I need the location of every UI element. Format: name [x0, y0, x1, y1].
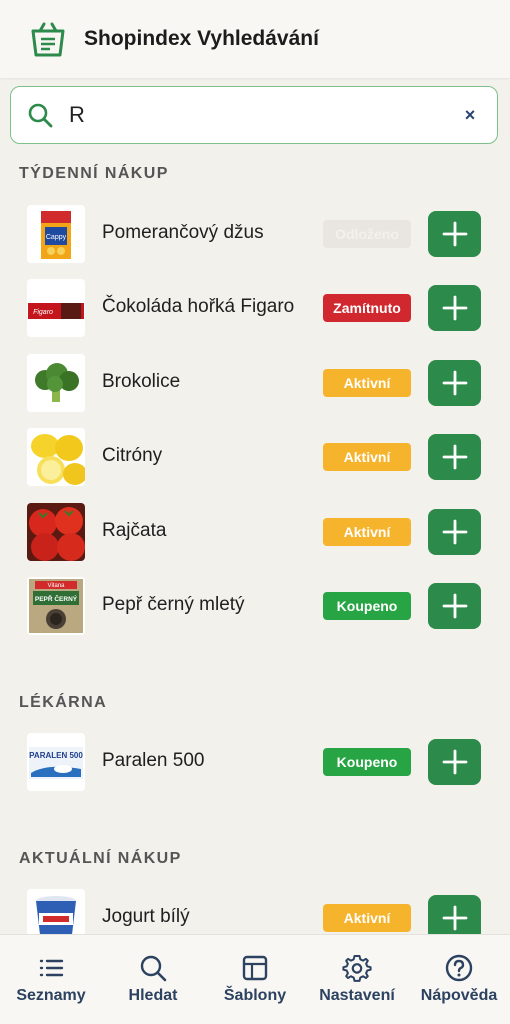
plus-icon	[442, 593, 467, 619]
status-badge: Zamítnuto	[323, 294, 411, 322]
list-item[interactable]: Cappy Pomerančový džus Odloženo	[0, 198, 510, 272]
product-image-lemons	[27, 428, 85, 486]
add-button[interactable]	[428, 434, 481, 480]
list-item[interactable]: Brokolice Aktivní	[0, 347, 510, 421]
add-button[interactable]	[428, 509, 481, 555]
nav-napoveda[interactable]: Nápověda	[408, 935, 510, 1024]
plus-icon	[442, 749, 467, 775]
add-button[interactable]	[428, 211, 481, 257]
shopping-bag-icon	[31, 22, 65, 57]
status-badge: Koupeno	[323, 748, 411, 776]
status-badge: Koupeno	[323, 592, 411, 620]
nav-seznamy[interactable]: Seznamy	[0, 935, 102, 1024]
nav-label: Nastavení	[319, 987, 395, 1004]
product-image-broccoli	[27, 354, 85, 412]
help-icon	[445, 954, 473, 982]
status-badge: Odloženo	[323, 220, 411, 248]
status-badge: Aktivní	[323, 904, 411, 932]
product-image-pepper: Vitana PEPŘ ČERNÝ	[27, 577, 85, 635]
nav-label: Šablony	[223, 987, 287, 1004]
add-button[interactable]	[428, 360, 481, 406]
juice-brand: Cappy	[46, 234, 67, 241]
item-name: Čokoláda hořká Figaro	[102, 296, 295, 317]
plus-icon	[442, 444, 467, 470]
search-icon	[28, 103, 53, 128]
plus-icon	[442, 370, 467, 396]
item-name: Rajčata	[102, 520, 167, 541]
item-name: Pepř černý mletý	[102, 594, 245, 615]
list-item[interactable]: PARALEN 500 Paralen 500 Koupeno	[0, 726, 510, 800]
add-button[interactable]	[428, 583, 481, 629]
item-name: Jogurt bílý	[102, 906, 190, 927]
search-input[interactable]: R	[69, 102, 459, 128]
search-icon	[140, 955, 167, 982]
status-badge: Aktivní	[323, 369, 411, 397]
item-name: Brokolice	[102, 371, 181, 392]
app-header: Shopindex Vyhledávání	[0, 0, 510, 78]
nav-label: Hledat	[128, 987, 178, 1004]
search-bar[interactable]: R ×	[10, 86, 498, 144]
plus-icon	[442, 221, 467, 247]
list-icon	[39, 959, 64, 977]
item-name: Paralen 500	[102, 750, 205, 771]
pepper-label: PEPŘ ČERNÝ	[35, 594, 78, 603]
status-badge: Aktivní	[323, 443, 411, 471]
list-item[interactable]: Vitana PEPŘ ČERNÝ Pepř černý mletý Koupe…	[0, 570, 510, 644]
plus-icon	[442, 519, 467, 545]
product-image-paralen: PARALEN 500	[27, 733, 85, 791]
product-image-tomatoes	[27, 503, 85, 561]
list-item[interactable]: Citróny Aktivní	[0, 421, 510, 495]
chocolate-brand: Figaro	[33, 309, 53, 316]
item-name: Pomerančový džus	[102, 222, 264, 243]
status-badge: Aktivní	[323, 518, 411, 546]
template-icon	[242, 955, 268, 981]
section-title: AKTUÁLNÍ NÁKUP	[19, 850, 182, 867]
product-image-juice: Cappy	[27, 205, 85, 263]
plus-icon	[442, 295, 467, 321]
paralen-brand: PARALEN 500	[29, 751, 83, 760]
page-title: Shopindex Vyhledávání	[84, 27, 319, 50]
nav-hledat[interactable]: Hledat	[102, 935, 204, 1024]
add-button[interactable]	[428, 285, 481, 331]
nav-nastaveni[interactable]: Nastavení	[306, 935, 408, 1024]
list-item[interactable]: Figaro Čokoláda hořká Figaro Zamítnuto	[0, 272, 510, 346]
nav-sablony[interactable]: Šablony	[204, 935, 306, 1024]
nav-label: Nápověda	[420, 987, 498, 1004]
add-button[interactable]	[428, 739, 481, 785]
section-title: LÉKÁRNA	[19, 694, 108, 711]
product-image-chocolate: Figaro	[27, 279, 85, 337]
list-item[interactable]: Rajčata Aktivní	[0, 496, 510, 570]
section-title: TÝDENNÍ NÁKUP	[19, 165, 169, 182]
close-icon[interactable]: ×	[459, 104, 481, 126]
bottom-navigation: Seznamy Hledat Šablony Nastavení Nápověd…	[0, 934, 510, 1024]
nav-label: Seznamy	[16, 987, 86, 1004]
pepper-brand: Vitana	[48, 583, 66, 589]
plus-icon	[442, 905, 467, 931]
gear-icon	[342, 955, 372, 982]
item-name: Citróny	[102, 445, 163, 466]
